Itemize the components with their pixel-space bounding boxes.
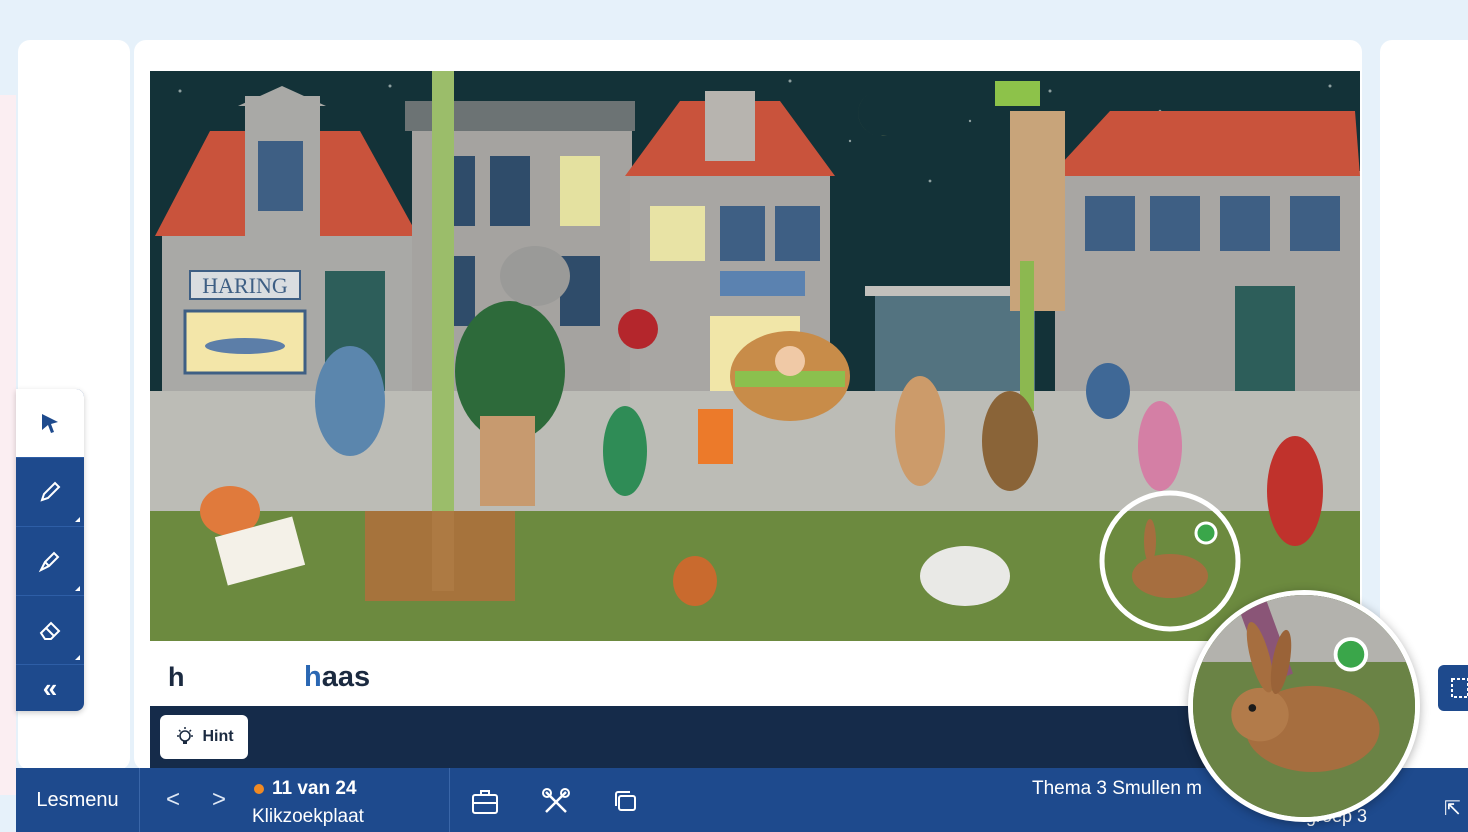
drawing-toolbar: « <box>16 389 84 711</box>
left-edge-strip <box>0 95 16 795</box>
tools-icon[interactable] <box>540 786 572 818</box>
pencil-icon <box>40 481 61 502</box>
tool-options-indicator <box>75 655 80 660</box>
hint-bar: Hint <box>150 706 1360 768</box>
slide-type: Klikzoekplaat <box>252 806 364 827</box>
magnifier-zoom <box>1188 590 1420 822</box>
target-letter: h <box>168 661 185 692</box>
found-word-rest: aas <box>321 660 371 693</box>
briefcase-icon[interactable] <box>469 786 501 818</box>
arrow-pointer-icon <box>42 414 58 433</box>
copy-windows-icon[interactable] <box>610 786 642 818</box>
theme-title: Thema 3 Smullen m <box>1032 778 1203 799</box>
tool-eraser[interactable] <box>16 596 84 665</box>
right-panel-tab[interactable] <box>1438 665 1468 711</box>
tool-pointer[interactable] <box>16 389 84 458</box>
chevron-left-icon[interactable]: < <box>166 786 180 814</box>
dotted-box-icon <box>1451 678 1468 698</box>
answer-row: h haas <box>150 648 1210 706</box>
marker-icon <box>38 551 60 573</box>
found-word-first-letter: h <box>304 660 322 693</box>
chevron-right-icon[interactable]: > <box>212 786 226 814</box>
found-word: haas <box>304 661 370 694</box>
collapse-toolbar-button[interactable]: « <box>16 665 84 711</box>
haring-sign: HARING <box>202 273 288 298</box>
search-picture[interactable]: HARING <box>150 71 1360 641</box>
tool-options-indicator <box>75 517 80 522</box>
tool-marker[interactable] <box>16 527 84 596</box>
tool-options-indicator <box>75 586 80 591</box>
tool-pencil[interactable] <box>16 458 84 527</box>
double-chevron-left-icon: « <box>42 672 58 703</box>
slide-counter: 11 van 24 <box>254 778 357 800</box>
lesmenu-button[interactable]: Lesmenu <box>16 768 140 832</box>
hint-button[interactable]: Hint <box>160 715 248 759</box>
status-dot <box>254 784 264 794</box>
divider <box>449 768 450 832</box>
hint-label: Hint <box>202 728 234 745</box>
lightbulb-icon <box>177 727 194 744</box>
eraser-icon <box>39 621 61 640</box>
expand-icon[interactable]: ⇱ <box>1444 796 1461 821</box>
slide-counter-text: 11 van 24 <box>272 778 357 799</box>
